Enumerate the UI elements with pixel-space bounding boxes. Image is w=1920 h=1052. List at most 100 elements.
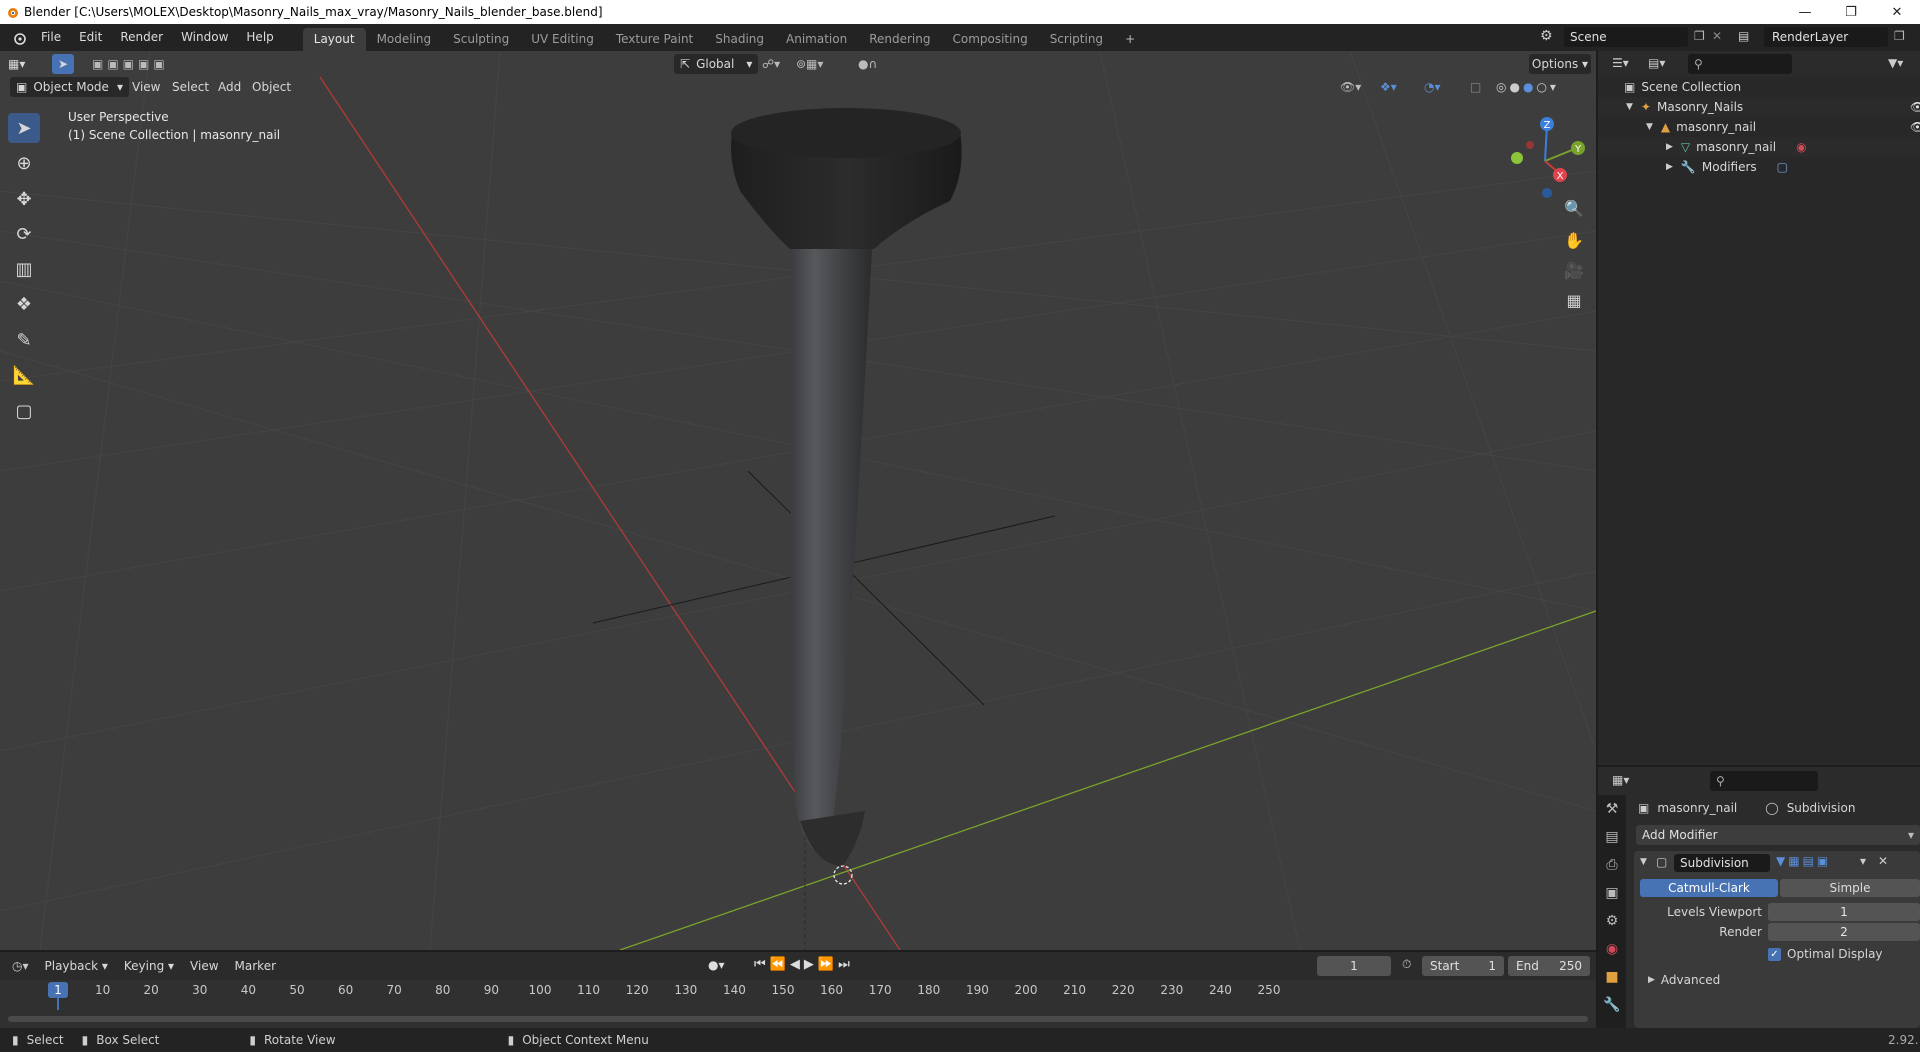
measure-tool-icon[interactable]: 📐 [8,360,40,390]
add-cube-tool-icon[interactable]: ▢ [8,396,40,426]
visibility-eye-icon[interactable]: 👁 [1910,100,1920,114]
output-tab-icon[interactable]: ⎙ [1598,851,1626,879]
view-layer-icon[interactable]: ▤ [1738,29,1749,43]
collapse-panel-icon[interactable]: ▼ [1640,857,1647,867]
tab-layout[interactable]: Layout [302,28,366,51]
timeline-menu-keying[interactable]: Keying ▾ [116,959,182,973]
tab-texture-paint[interactable]: Texture Paint [605,28,704,51]
overlay-toggle-icon[interactable]: ◔▾ [1424,77,1441,97]
scene-icon[interactable]: ⚙ [1540,28,1553,44]
restore-icon[interactable]: ❐ [1828,0,1874,24]
outliner-row-object[interactable]: ▼ ▲ masonry_nail 👁 [1598,117,1920,137]
delete-scene-icon[interactable]: ✕ [1712,29,1722,43]
remove-modifier-icon[interactable]: ✕ [1878,854,1888,868]
collapse-arrow-icon[interactable]: ▶ [1666,142,1673,152]
scene-name-field[interactable]: Scene [1564,27,1688,47]
viewport-menu-select[interactable]: Select [172,77,209,97]
menu-render[interactable]: Render [111,24,172,51]
menu-window[interactable]: Window [172,24,237,51]
timeline-editor-type-icon[interactable]: ◷▾ [12,959,29,973]
timeline-menu-view[interactable]: View [182,959,226,973]
tab-animation[interactable]: Animation [775,28,858,51]
outliner-row-scene-collection[interactable]: ▣ Scene Collection [1598,77,1920,97]
tool-tab-icon[interactable]: ⚒ [1598,795,1626,823]
catmull-clark-button[interactable]: Catmull-Clark [1640,879,1778,897]
transform-tool-icon[interactable]: ❖ [8,289,40,319]
current-frame-indicator[interactable]: 1 [48,982,68,998]
subdivision-modifier-icon[interactable]: ▢ [1777,160,1788,174]
gizmo-toggle-icon[interactable]: ❖▾ [1380,77,1397,97]
blender-menu-icon[interactable] [12,31,26,45]
minimize-icon[interactable]: — [1782,0,1828,24]
scene-tab-icon[interactable]: ⚙ [1598,907,1626,935]
advanced-subpanel-header[interactable]: ▶ Advanced [1648,973,1720,987]
viewport-menu-view[interactable]: View [132,77,160,97]
playhead-line[interactable] [57,998,59,1010]
tab-modeling[interactable]: Modeling [366,28,443,51]
pan-hand-icon[interactable]: ✋ [1561,227,1587,253]
select-mode-icon[interactable]: ➤ [52,54,74,74]
modifier-menu-icon[interactable]: ▾ [1860,854,1866,868]
outliner-search-input[interactable]: ⚲ [1688,54,1792,74]
properties-editor-type-icon[interactable]: ▦▾ [1612,773,1629,787]
add-modifier-button[interactable]: Add Modifier ▾ [1636,825,1920,845]
viewport-menu-add[interactable]: Add [218,77,241,97]
stopwatch-icon[interactable]: ⏱ [1402,957,1411,972]
move-tool-icon[interactable]: ✥ [8,184,40,214]
tab-scripting[interactable]: Scripting [1039,28,1114,51]
cursor-tool-icon[interactable]: ⊕ [8,148,40,178]
current-frame-field[interactable]: 1 [1317,956,1391,976]
zoom-icon[interactable]: 🔍 [1561,195,1587,221]
render-levels-input[interactable]: 2 [1768,923,1920,941]
world-tab-icon[interactable]: ◉ [1598,935,1626,963]
select-box-tool-icon[interactable]: ➤ [8,113,40,143]
add-workspace-button[interactable]: + [1114,28,1146,51]
playback-controls[interactable]: ⏮⏪◀▶⏩⏭ [754,957,854,972]
outliner-row-collection[interactable]: ▼ ✦ Masonry_Nails 👁 [1598,97,1920,117]
end-frame-field[interactable]: End 250 [1508,956,1590,976]
optimal-display-checkbox[interactable]: ✓ Optimal Display [1768,947,1883,961]
outliner-editor-type-icon[interactable]: ☰▾ [1612,56,1629,70]
display-mode-icon[interactable]: ▤▾ [1648,56,1665,70]
camera-view-icon[interactable]: 🎥 [1561,257,1587,283]
options-dropdown[interactable]: Options ▾ [1529,54,1591,74]
selection-mode-icons[interactable]: ▣▣▣▣▣ [92,54,169,74]
scale-tool-icon[interactable]: ▥ [8,254,40,284]
annotate-tool-icon[interactable]: ✎ [8,325,40,355]
collapse-arrow-icon[interactable]: ▶ [1666,162,1673,172]
view-layer-field[interactable]: RenderLayer [1764,27,1888,47]
tab-uv-editing[interactable]: UV Editing [520,28,605,51]
timeline-menu-playback[interactable]: Playback ▾ [37,959,116,973]
perspective-grid-icon[interactable]: ▦ [1561,287,1587,313]
view-layer-tab-icon[interactable]: ▣ [1598,879,1626,907]
modifier-name-field[interactable]: Subdivision [1674,854,1770,872]
xray-icon[interactable]: □ [1470,77,1481,97]
object-tab-icon[interactable]: ■ [1598,963,1626,991]
3d-viewport[interactable]: ▦▾ ➤ ▣▣▣▣▣ ⇱ Global ▾ ☍▾ ⊚▦▾ ●∩ Options … [0,51,1596,950]
properties-search-input[interactable]: ⚲ [1710,771,1818,791]
editor-type-icon[interactable]: ▦▾ [8,54,25,74]
tab-compositing[interactable]: Compositing [941,28,1038,51]
menu-file[interactable]: File [32,24,70,51]
filter-icon[interactable]: ▼▾ [1888,56,1903,70]
menu-edit[interactable]: Edit [70,24,111,51]
proportional-edit-icon[interactable]: ●∩ [858,54,877,74]
snap-icon[interactable]: ⊚▦▾ [796,54,823,74]
rotate-tool-icon[interactable]: ⟳ [8,219,40,249]
menu-help[interactable]: Help [237,24,282,51]
tab-shading[interactable]: Shading [704,28,775,51]
start-frame-field[interactable]: Start 1 [1422,956,1504,976]
tab-sculpting[interactable]: Sculpting [442,28,520,51]
timeline-ruler[interactable]: 1 10 20 30 40 50 60 70 80 90 100 110 120 130 140 150 160… [8,980,1593,1010]
new-view-layer-icon[interactable]: ❐ [1894,29,1905,43]
orientation-dropdown[interactable]: ⇱ Global ▾ [674,54,759,74]
simple-button[interactable]: Simple [1780,879,1920,897]
render-tab-icon[interactable]: ▤ [1598,823,1626,851]
timeline-scrollbar[interactable] [8,1016,1588,1022]
visibility-eye-icon[interactable]: 👁 [1910,120,1920,134]
expand-arrow-icon[interactable]: ▼ [1626,102,1633,112]
outliner-row-modifiers[interactable]: ▶ 🔧 Modifiers ▢ [1598,157,1920,177]
pivot-icon[interactable]: ☍▾ [762,54,780,74]
expand-arrow-icon[interactable]: ▼ [1646,122,1653,132]
shading-mode-icons[interactable]: ◎● ● ○▾ [1496,77,1559,97]
